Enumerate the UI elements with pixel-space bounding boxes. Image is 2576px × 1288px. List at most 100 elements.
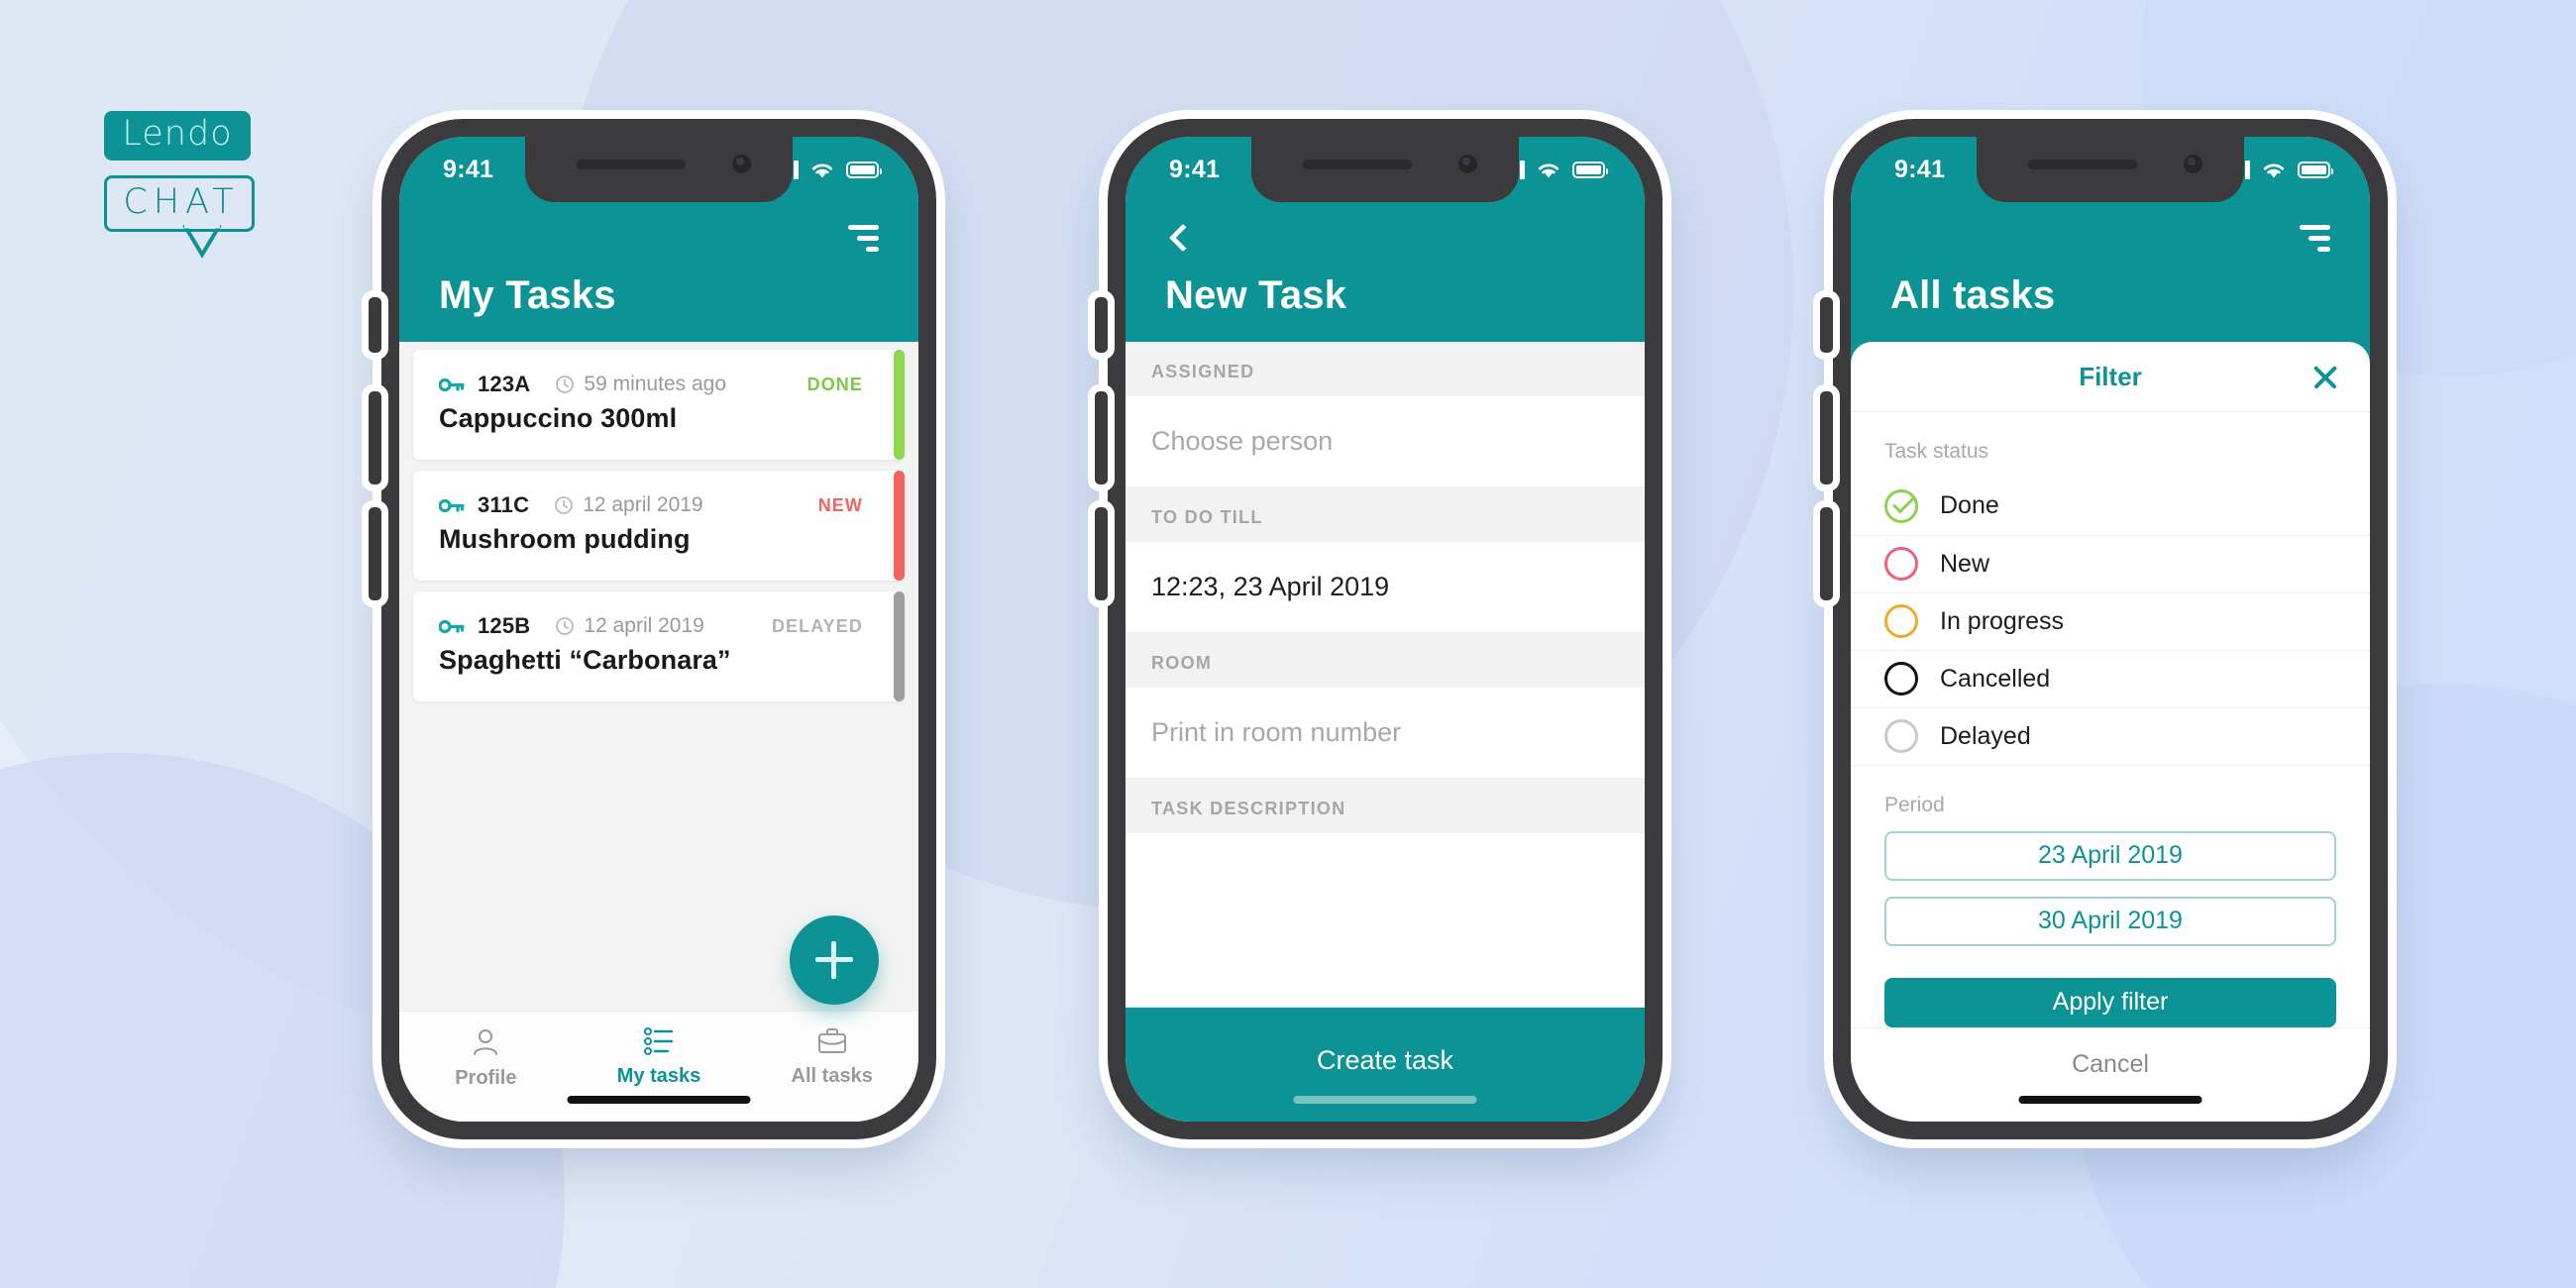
status-time: 9:41 [1169,155,1221,183]
task-list-icon [644,1027,674,1055]
phone-all-tasks-filter: 9:41 All tasks Filter Task status Done N… [1820,119,2388,1139]
new-task-form: ASSIGNED Choose person TO DO TILL 12:23,… [1126,342,1645,1122]
speaker-icon [1303,160,1412,169]
period-from-label: 23 April 2019 [2038,841,2183,870]
cancel-label: Cancel [2072,1049,2149,1078]
status-ring-in-progress [1884,604,1918,639]
status-badge: DONE [806,374,863,394]
task-name: Spaghetti “Carbonara” [439,645,731,675]
add-task-button[interactable] [790,915,879,1005]
page-title: All tasks [1890,273,2056,317]
volume-up-button[interactable] [1095,391,1108,484]
create-task-button[interactable]: Create task [1126,1008,1645,1122]
front-camera-icon [2184,155,2202,173]
front-camera-icon [1458,155,1477,173]
task-time: 12 april 2019 [555,614,704,638]
filter-sheet: Filter Task status Done New In progress … [1851,342,2370,1122]
tab-profile[interactable]: Profile [399,1027,573,1122]
status-time: 9:41 [443,155,494,183]
briefcase-icon [817,1028,846,1053]
tab-my-tasks[interactable]: My tasks [573,1027,746,1122]
field-label-task-description: TASK DESCRIPTION [1126,779,1645,833]
all-tasks-body: Filter Task status Done New In progress … [1851,342,2370,1122]
to-do-till-input[interactable]: 12:23, 23 April 2019 [1126,542,1645,633]
volume-down-button[interactable] [369,507,381,600]
battery-icon [1572,161,1608,178]
tab-label: Profile [455,1067,517,1089]
period-section-label: Period [1884,793,1945,816]
mute-switch[interactable] [369,297,381,353]
period-to-label: 30 April 2019 [2038,907,2183,935]
screen-all-tasks: 9:41 All tasks Filter Task status Done N… [1851,137,2370,1122]
apply-filter-label: Apply filter [2052,988,2169,1017]
task-name: Cappuccino 300ml [439,403,678,433]
status-badge: NEW [817,494,863,515]
battery-icon [2298,161,2333,178]
filter-option-new[interactable]: New [1851,536,2370,593]
tab-all-tasks[interactable]: All tasks [745,1027,918,1122]
filter-option-label: Done [1940,491,1999,520]
task-status-edge [894,350,905,460]
close-icon[interactable] [2310,362,2340,391]
apply-filter-button[interactable]: Apply filter [1884,977,2336,1028]
speech-bubble-tail-icon [182,224,222,259]
assigned-input[interactable]: Choose person [1126,396,1645,487]
phone-new-task: 9:41 New Task ASSIGNED Choose person TO … [1095,119,1663,1139]
task-status-edge [894,591,905,701]
filter-title: Filter [2079,361,2142,391]
my-tasks-body: 123A 59 minutes ago DONE Cappuccino 300m… [399,342,918,1122]
speaker-icon [577,160,686,169]
task-description-input[interactable] [1126,833,1645,1008]
period-to-button[interactable]: 30 April 2019 [1884,896,2336,946]
front-camera-icon [732,155,751,173]
volume-down-button[interactable] [1820,507,1833,600]
room-input[interactable]: Print in room number [1126,688,1645,779]
task-list: 123A 59 minutes ago DONE Cappuccino 300m… [399,342,918,712]
filter-icon[interactable] [848,224,879,252]
cancel-button[interactable]: Cancel [1851,1027,2370,1122]
volume-up-button[interactable] [369,391,381,484]
key-icon [439,498,465,512]
task-code: 125B [478,613,531,638]
task-time: 59 minutes ago [555,373,726,396]
volume-up-button[interactable] [1820,391,1833,484]
tab-label: All tasks [791,1065,873,1087]
mute-switch[interactable] [1095,297,1108,353]
field-label-room: ROOM [1126,633,1645,688]
filter-option-label: Delayed [1940,721,2031,750]
filter-option-label: New [1940,549,1990,578]
wifi-icon [811,163,833,177]
volume-down-button[interactable] [1095,507,1108,600]
wifi-icon [1538,163,1559,177]
clock-icon [555,496,573,514]
filter-option-in-progress[interactable]: In progress [1851,593,2370,651]
logo-chat-text: CHAT [104,174,255,259]
filter-option-done[interactable]: Done [1851,478,2370,536]
filter-option-cancelled[interactable]: Cancelled [1851,651,2370,708]
task-status-section-label: Task status [1884,440,1989,464]
speaker-icon [2028,160,2137,169]
screen-my-tasks: 9:41 My Tasks 123A 59 minutes ago DONE C… [399,137,918,1122]
logo-lendo-text: Lendo [104,111,251,161]
task-row[interactable]: 311C 12 april 2019 NEW Mushroom pudding [413,471,905,581]
task-time: 12 april 2019 [554,493,703,517]
task-name: Mushroom pudding [439,524,691,554]
key-icon [439,377,465,391]
filter-sheet-header: Filter [1851,342,2370,413]
status-time: 9:41 [1894,155,1946,183]
task-row[interactable]: 123A 59 minutes ago DONE Cappuccino 300m… [413,350,905,460]
status-ring-done [1884,488,1918,523]
logo-chat-label: CHAT [123,181,240,222]
page-title: New Task [1165,273,1347,317]
filter-option-delayed[interactable]: Delayed [1851,708,2370,766]
key-icon [439,619,465,633]
period-from-button[interactable]: 23 April 2019 [1884,830,2336,881]
notch [1977,137,2244,202]
status-ring-cancelled [1884,662,1918,697]
bottom-tab-bar: Profile My tasks All tasks [399,1011,918,1122]
filter-icon[interactable] [2300,224,2330,252]
back-chevron-icon[interactable] [1168,223,1198,253]
task-code: 123A [478,372,531,396]
mute-switch[interactable] [1820,297,1833,353]
task-row[interactable]: 125B 12 april 2019 DELAYED Spaghetti “Ca… [413,591,905,701]
